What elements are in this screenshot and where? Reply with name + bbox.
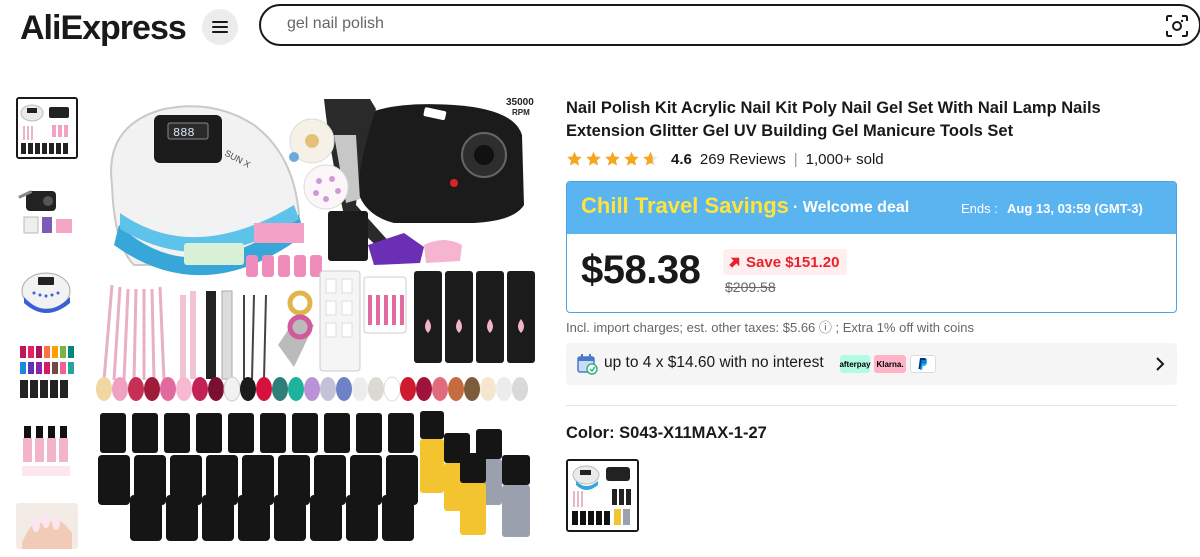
deal-name: Chill Travel Savings — [581, 193, 789, 218]
thumbnail-3[interactable] — [16, 259, 78, 321]
rpm-unit: RPM — [512, 108, 530, 117]
sold-count: 1,000+ sold — [805, 150, 884, 168]
color-label: Color: S043-X11MAX-1-27 — [566, 424, 767, 442]
search-input[interactable] — [287, 15, 1107, 33]
rating-value: 4.6 — [671, 150, 692, 168]
arrow-down-icon — [729, 257, 740, 268]
deal-ends-time: Aug 13, 03:59 (GMT-3) — [1007, 201, 1143, 216]
afterpay-logo: afterpay — [839, 355, 871, 373]
klarna-logo: Klarna. — [874, 355, 906, 373]
color-option-selected[interactable] — [566, 459, 639, 532]
deal-ends-label: Ends : — [961, 201, 998, 216]
star-icon — [586, 151, 601, 166]
save-badge: Save $151.20 — [723, 249, 848, 275]
half-star-icon — [643, 151, 658, 166]
image-search-icon[interactable] — [1165, 14, 1189, 38]
chevron-right-icon[interactable] — [1155, 356, 1165, 372]
aliexpress-logo[interactable]: AliExpress — [20, 8, 187, 48]
search-bar — [259, 4, 1200, 46]
thumbnail-5[interactable] — [16, 422, 78, 484]
rating-row: 4.6 269 Reviews | 1,000+ sold — [566, 149, 884, 169]
hamburger-icon — [212, 21, 228, 33]
star-rating — [566, 151, 659, 167]
main-product-image[interactable]: 888 SUN X 35000 RPM — [94, 95, 540, 545]
divider — [566, 405, 1177, 406]
rpm-value: 35000 — [506, 97, 534, 108]
separator: | — [793, 150, 798, 168]
deal-banner: Chill Travel Savings · Welcome deal Ends… — [567, 182, 1176, 234]
thumbnail-1[interactable] — [16, 97, 78, 159]
deal-box: Chill Travel Savings · Welcome deal Ends… — [566, 181, 1177, 313]
star-icon — [624, 151, 639, 166]
thumbnail-2[interactable] — [16, 179, 78, 241]
installment-text: up to 4 x $14.60 with no interest — [604, 354, 824, 371]
current-price: $58.38 — [581, 248, 701, 292]
reviews-link[interactable]: 269 Reviews — [700, 151, 786, 168]
save-amount: Save $151.20 — [746, 253, 840, 271]
product-title: Nail Polish Kit Acrylic Nail Kit Poly Na… — [566, 99, 1101, 140]
star-icon — [605, 151, 620, 166]
thumbnail-6[interactable] — [16, 503, 78, 549]
star-icon — [567, 151, 582, 166]
paypal-logo — [910, 355, 936, 373]
original-price: $209.58 — [725, 279, 776, 295]
deal-subtitle: · Welcome deal — [793, 199, 910, 216]
paypal-icon — [918, 358, 928, 370]
calendar-icon — [577, 354, 598, 375]
installment-row[interactable]: up to 4 x $14.60 with no interest afterp… — [566, 343, 1177, 385]
menu-button[interactable] — [202, 9, 238, 45]
thumbnail-4[interactable] — [16, 340, 78, 402]
tax-info: Incl. import charges; est. other taxes: … — [566, 320, 975, 335]
svg-text:888: 888 — [173, 126, 195, 140]
